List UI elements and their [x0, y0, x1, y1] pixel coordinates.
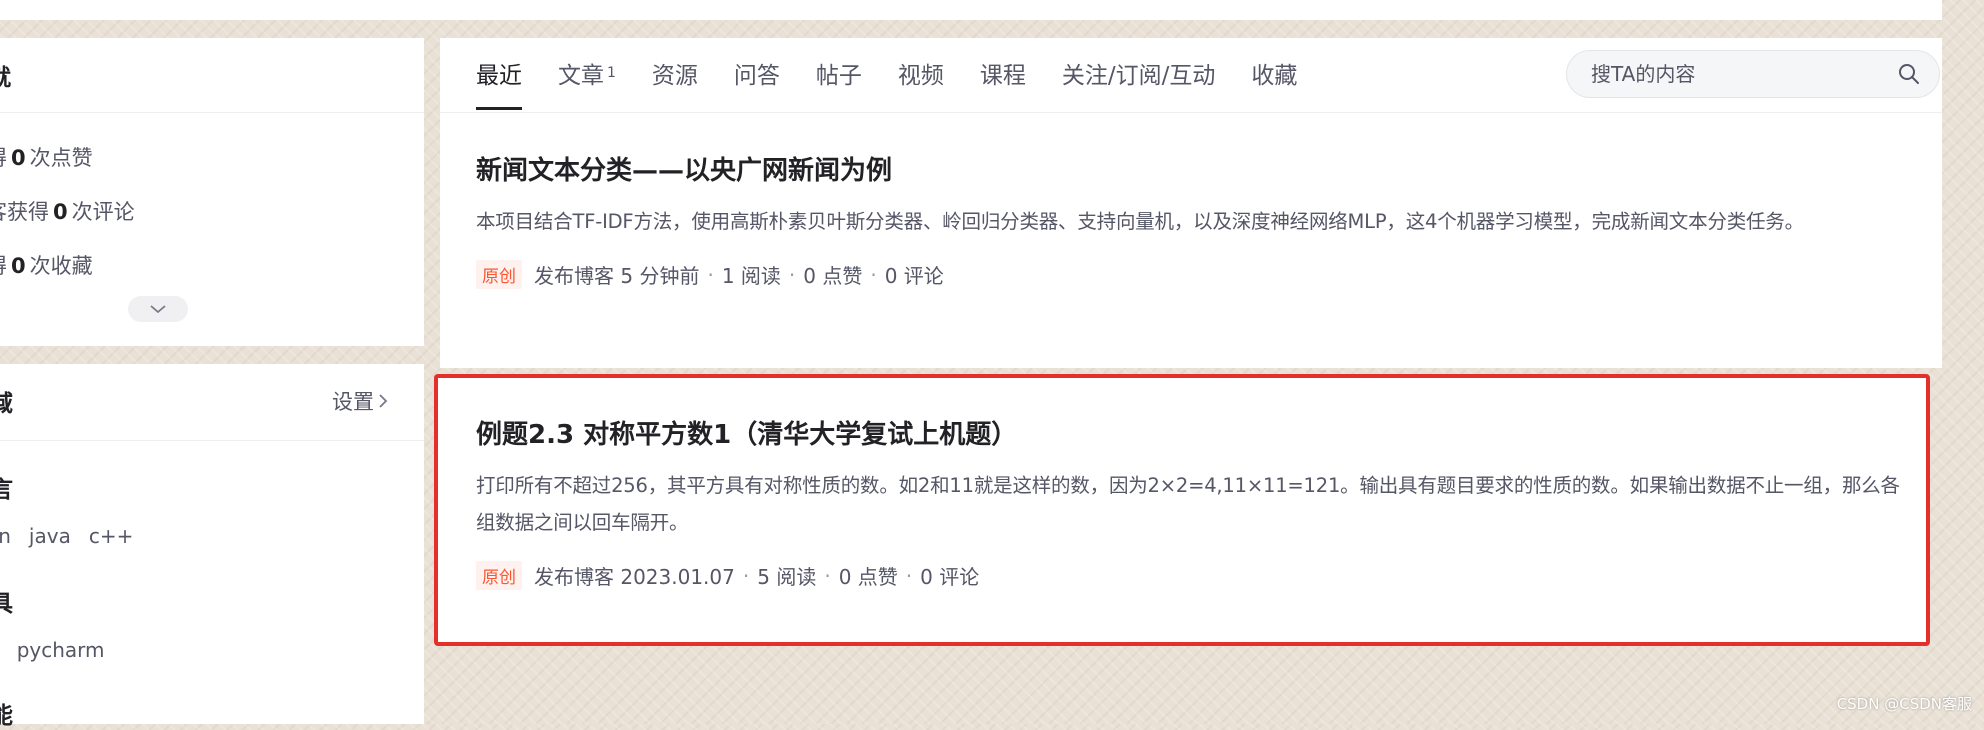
domain-group-language-tags: on java c++ [0, 524, 133, 548]
article-item: 新闻文本分类——以央广网新闻为例 本项目结合TF-IDF方法，使用高斯朴素贝叶斯… [476, 150, 1930, 289]
article-description[interactable]: 本项目结合TF-IDF方法，使用高斯朴素贝叶斯分类器、岭回归分类器、支持向量机，… [476, 203, 1930, 240]
stat-favorites-suffix: 次收藏 [29, 254, 93, 278]
article-meta: 原创 发布博客 2023.01.07 · 5 阅读 · 0 点赞 · 0 评论 [476, 561, 1916, 590]
domains-title: 域 [0, 391, 13, 417]
like-count: 0 点赞 [803, 264, 863, 288]
domain-group-tools-title: 具 [0, 591, 13, 617]
article-title[interactable]: 新闻文本分类——以央广网新闻为例 [476, 150, 1930, 187]
stat-likes-prefix: 得 [0, 146, 7, 170]
stat-comments-prefix: 客获得 [0, 200, 49, 224]
tab-label: 文章 [558, 63, 604, 89]
search-box [1566, 50, 1940, 98]
csdn-watermark: CSDN @CSDN客服 [1836, 695, 1972, 713]
stat-likes-count: 0 [11, 146, 26, 170]
tab-posts[interactable]: 帖子 [816, 56, 862, 110]
like-count: 0 点赞 [838, 565, 898, 589]
stat-likes-suffix: 次点赞 [29, 146, 93, 170]
tabs-divider [440, 112, 1942, 113]
expand-achievements-button[interactable] [128, 296, 188, 322]
settings-label: 设置 [332, 390, 374, 414]
read-count: 5 阅读 [757, 565, 817, 589]
tab-count: 1 [607, 65, 616, 81]
article-description[interactable]: 打印所有不超过256，其平方具有对称性质的数。如2和11就是这样的数，因为2×2… [476, 467, 1916, 541]
chevron-down-icon [150, 305, 166, 314]
stat-likes: 得0次点赞 [0, 142, 93, 172]
tab-qa[interactable]: 问答 [734, 56, 780, 110]
tab-recent[interactable]: 最近 [476, 56, 522, 110]
meta-separator: · [824, 563, 831, 588]
meta-separator: · [742, 563, 750, 588]
tab-videos[interactable]: 视频 [898, 56, 944, 110]
tag-item[interactable]: java [29, 524, 71, 548]
search-icon[interactable] [1897, 62, 1921, 86]
stat-favorites-count: 0 [11, 254, 26, 278]
content-tabs: 最近 文章 1 资源 问答 帖子 视频 课程 关注/订阅/互动 收藏 [476, 56, 1333, 110]
search-input[interactable] [1591, 62, 1897, 86]
domains-divider [0, 440, 424, 441]
read-count: 1 阅读 [721, 264, 781, 288]
meta-separator: · [707, 262, 714, 287]
tab-follow-subscribe-interact[interactable]: 关注/订阅/互动 [1062, 56, 1216, 110]
stat-comments: 客获得0次评论 [0, 196, 135, 226]
tag-item[interactable]: c++ [89, 524, 134, 548]
comment-count: 0 评论 [884, 264, 944, 288]
meta-separator: · [905, 563, 913, 588]
tab-courses[interactable]: 课程 [980, 56, 1026, 110]
tab-label: 关注/订阅/互动 [1061, 63, 1216, 89]
stat-comments-suffix: 次评论 [71, 200, 135, 224]
tab-label: 收藏 [1251, 63, 1298, 89]
tab-resources[interactable]: 资源 [652, 56, 698, 110]
tab-favorites[interactable]: 收藏 [1251, 56, 1297, 110]
tag-item[interactable]: on [0, 524, 11, 548]
achievements-divider [0, 112, 424, 113]
domain-group-language-title: 言 [0, 477, 13, 503]
tab-label: 资源 [651, 63, 698, 89]
publish-time: 发布博客 2023.01.07 [534, 565, 735, 589]
tag-item[interactable]: pycharm [17, 638, 105, 662]
comment-count: 0 评论 [920, 565, 980, 589]
tab-label: 最近 [476, 63, 522, 89]
achievements-title: 就 [0, 58, 11, 92]
original-badge: 原创 [476, 260, 522, 289]
tab-label: 视频 [897, 63, 944, 89]
achievements-card [0, 38, 424, 346]
meta-separator: · [870, 262, 877, 287]
publish-time: 发布博客 5 分钟前 [534, 264, 700, 288]
chevron-right-icon [379, 394, 388, 408]
domain-group-tools-tags: b pycharm [0, 638, 105, 662]
article-title[interactable]: 例题2.3 对称平方数1（清华大学复试上机题） [476, 414, 1916, 451]
article-item: 例题2.3 对称平方数1（清华大学复试上机题） 打印所有不超过256，其平方具有… [476, 414, 1916, 590]
domain-group-skills-title: 能 [0, 703, 13, 729]
tab-label: 问答 [733, 63, 780, 89]
stat-favorites: 得0次收藏 [0, 250, 93, 280]
tab-label: 帖子 [815, 63, 862, 89]
tab-articles[interactable]: 文章 1 [558, 56, 616, 110]
original-badge: 原创 [476, 561, 522, 590]
domain-settings-link[interactable]: 设置 [332, 386, 388, 416]
article-meta: 原创 发布博客 5 分钟前 · 1 阅读 · 0 点赞 · 0 评论 [476, 260, 1930, 289]
top-header-strip [0, 0, 1942, 20]
stat-comments-count: 0 [53, 200, 68, 224]
tab-label: 课程 [979, 63, 1026, 89]
stat-favorites-prefix: 得 [0, 254, 7, 278]
meta-separator: · [788, 262, 796, 287]
